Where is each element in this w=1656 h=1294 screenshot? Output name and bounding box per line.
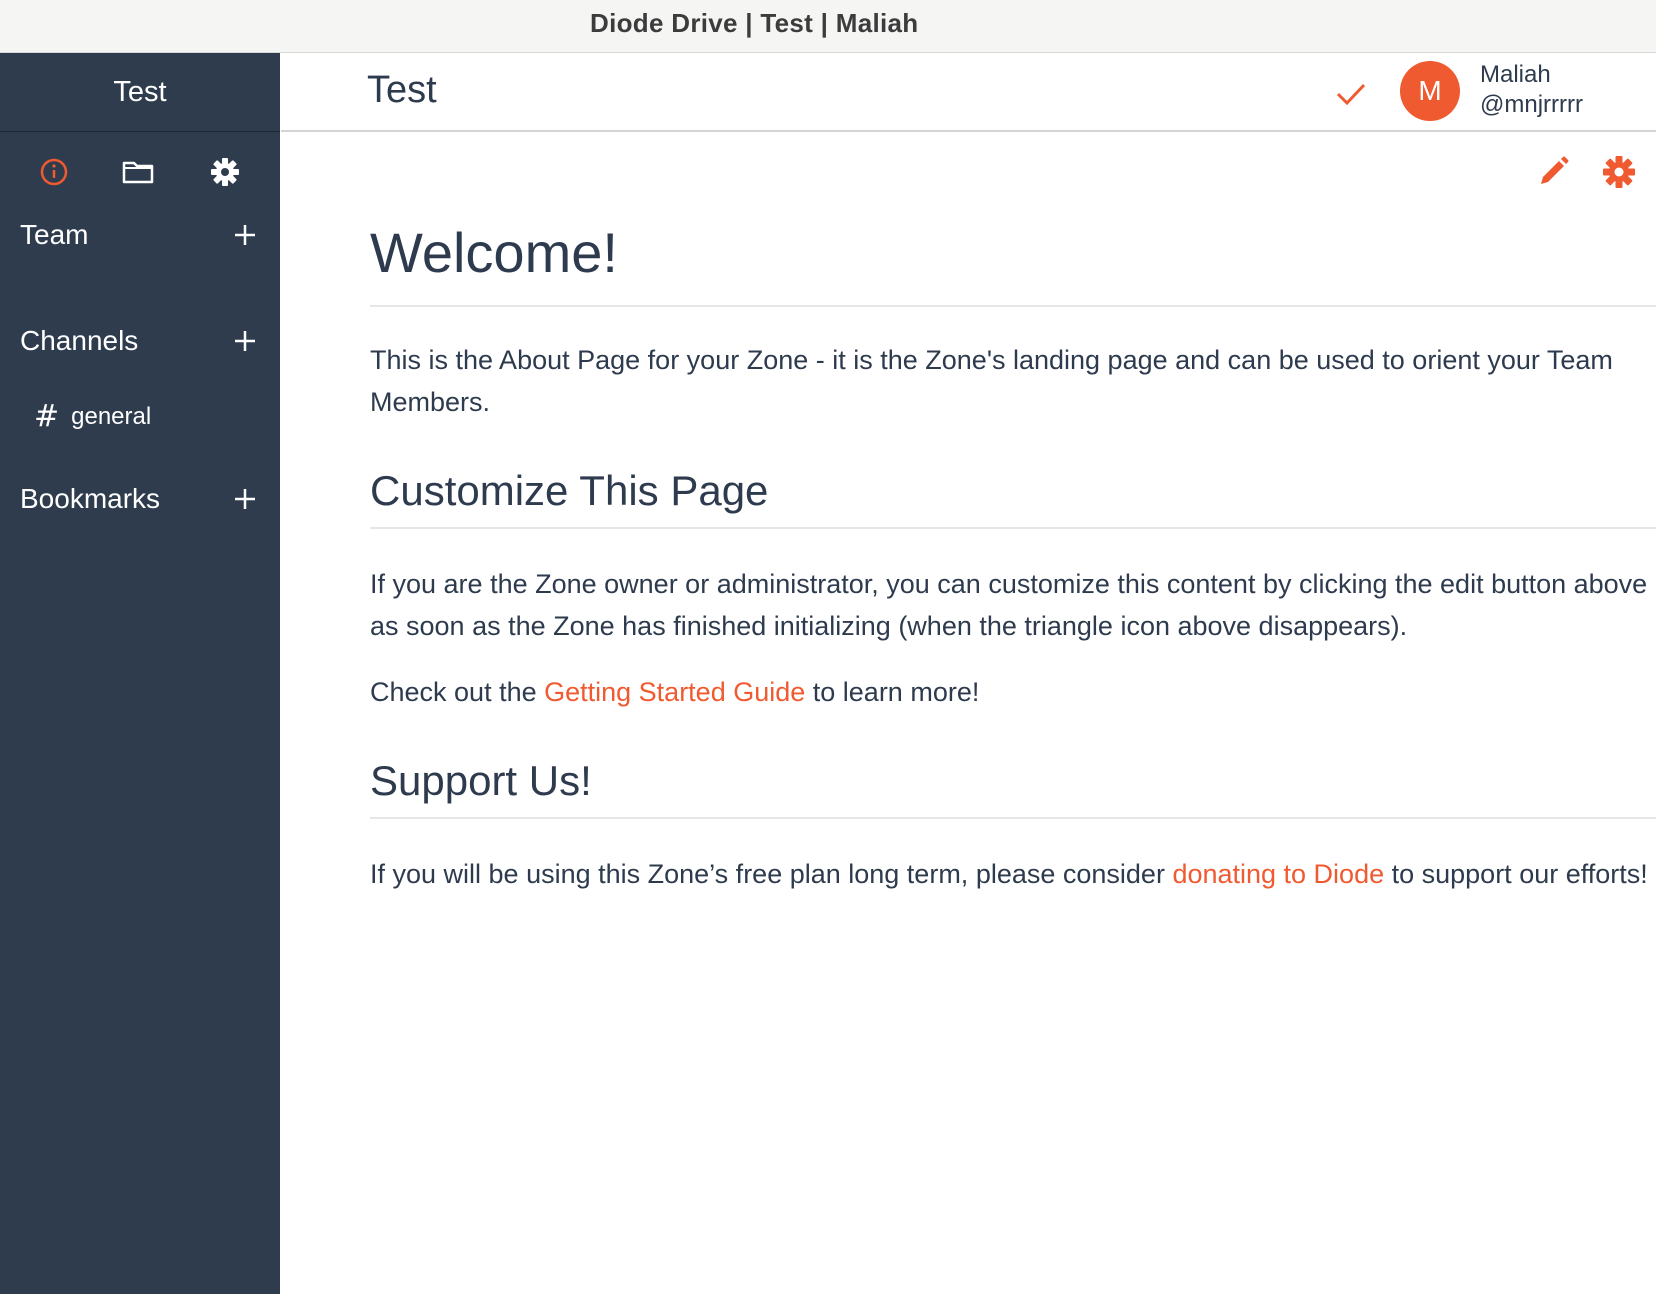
channel-item-general[interactable]: # general (34, 399, 151, 434)
zone-name[interactable]: Test (0, 53, 280, 132)
avatar[interactable]: M (1400, 61, 1460, 121)
window-titlebar: Diode Drive | Test | Maliah (0, 0, 1656, 53)
support-prefix: If you will be using this Zone’s free pl… (370, 859, 1173, 889)
section-team: Team (20, 219, 260, 251)
gear-icon[interactable] (205, 152, 245, 192)
section-bookmarks: Bookmarks (20, 483, 260, 515)
intro-text: This is the About Page for your Zone - i… (370, 345, 1613, 417)
header-bar: Test M Maliah @mnjrrrrr (281, 53, 1656, 132)
add-bookmark-icon[interactable] (230, 484, 260, 514)
guide-prefix: Check out the (370, 677, 545, 707)
pencil-icon[interactable] (1533, 152, 1573, 192)
info-icon[interactable] (34, 152, 74, 192)
about-content: Welcome! This is the About Page for your… (370, 190, 1656, 895)
add-team-icon[interactable] (230, 220, 260, 250)
add-channel-icon[interactable] (230, 326, 260, 356)
donate-link[interactable]: donating to Diode (1172, 859, 1384, 889)
customize-text: If you are the Zone owner or administrat… (370, 569, 1648, 641)
folder-icon[interactable] (118, 152, 158, 192)
support-suffix: to support our efforts! (1384, 859, 1648, 889)
section-bookmarks-label: Bookmarks (20, 483, 161, 514)
welcome-heading: Welcome! (370, 220, 1656, 307)
hash-icon: # (34, 399, 60, 434)
user-handle: @mnjrrrrr (1480, 91, 1583, 118)
guide-suffix: to learn more! (805, 677, 980, 707)
customize-heading: Customize This Page (370, 467, 1656, 529)
window-title: Diode Drive | Test | Maliah (590, 8, 919, 38)
gear-icon[interactable] (1599, 152, 1639, 192)
section-channels-label: Channels (20, 325, 139, 356)
checkmark-icon (1336, 83, 1366, 106)
section-team-label: Team (20, 219, 89, 250)
support-heading: Support Us! (370, 757, 1656, 819)
section-channels: Channels (20, 325, 260, 357)
guide-paragraph: Check out the Getting Started Guide to l… (370, 671, 1656, 713)
support-paragraph: If you will be using this Zone’s free pl… (370, 853, 1656, 895)
sidebar: Test Team Channels # general Bookmarks (0, 53, 280, 1294)
sidebar-tabs (0, 132, 280, 212)
user-name: Maliah (1480, 61, 1551, 88)
page-title: Test (367, 69, 437, 111)
getting-started-link[interactable]: Getting Started Guide (544, 677, 805, 707)
channel-label: general (71, 402, 152, 430)
